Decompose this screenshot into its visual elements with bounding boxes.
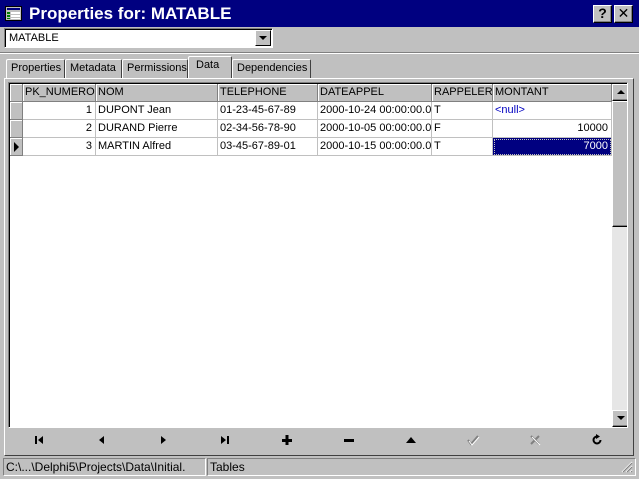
- cell-dateappel[interactable]: 2000-10-05 00:00:00.000: [318, 120, 432, 138]
- post-record-button[interactable]: [442, 429, 504, 451]
- title-bar[interactable]: Properties for: MATABLE ? ✕: [0, 0, 639, 27]
- refresh-icon: [592, 434, 602, 445]
- cell-montant-selected[interactable]: 7000: [493, 138, 612, 156]
- db-navigator: [8, 429, 630, 453]
- column-header-telephone[interactable]: TELEPHONE: [218, 84, 318, 102]
- properties-window: Properties for: MATABLE ? ✕ MATABLE Prop…: [0, 0, 639, 479]
- tab-dependencies[interactable]: Dependencies: [232, 59, 311, 78]
- cell-pk-numero[interactable]: 3: [23, 138, 96, 156]
- window-title: Properties for: MATABLE: [29, 4, 232, 23]
- cell-montant[interactable]: 10000: [493, 120, 612, 138]
- current-row-pointer-icon: [14, 142, 19, 152]
- cell-telephone[interactable]: 02-34-56-78-90: [218, 120, 318, 138]
- tab-permissions[interactable]: Permissions: [122, 59, 188, 78]
- status-path: C:\...\Delphi5\Projects\Data\Initial.: [3, 458, 206, 476]
- cell-telephone[interactable]: 01-23-45-67-89: [218, 102, 318, 120]
- close-button[interactable]: ✕: [614, 5, 633, 23]
- edit-icon: [406, 437, 416, 444]
- next-icon: [161, 436, 166, 445]
- table-selector-value: MATABLE: [9, 32, 59, 44]
- dropdown-arrow-icon[interactable]: [255, 30, 271, 46]
- first-icon: [35, 436, 43, 445]
- separator: [0, 52, 639, 54]
- prior-icon: [99, 436, 104, 445]
- delete-icon: [344, 439, 354, 443]
- cell-rappeler[interactable]: T: [432, 138, 493, 156]
- next-record-button[interactable]: [132, 429, 194, 451]
- vertical-scrollbar[interactable]: [612, 84, 627, 427]
- refresh-button[interactable]: [566, 429, 628, 451]
- grid-header: PK_NUMERO NOM TELEPHONE DATEAPPEL RAPPEL…: [10, 84, 627, 102]
- scroll-up-arrow-icon[interactable]: [612, 84, 627, 101]
- cell-nom[interactable]: DUPONT Jean: [96, 102, 218, 120]
- column-header-dateappel[interactable]: DATEAPPEL: [318, 84, 432, 102]
- row-indicator[interactable]: [10, 138, 23, 156]
- edit-record-button[interactable]: [380, 429, 442, 451]
- row-indicator[interactable]: [10, 120, 23, 138]
- cell-dateappel[interactable]: 2000-10-24 00:00:00.000: [318, 102, 432, 120]
- table-selector[interactable]: MATABLE: [4, 28, 273, 48]
- data-grid[interactable]: PK_NUMERO NOM TELEPHONE DATEAPPEL RAPPEL…: [8, 82, 628, 428]
- last-icon: [221, 436, 229, 445]
- header-indicator: [10, 84, 23, 102]
- database-app-icon: [5, 6, 22, 21]
- status-section: Tables: [207, 458, 636, 476]
- scroll-down-arrow-icon[interactable]: [612, 410, 627, 427]
- cell-nom[interactable]: DURAND Pierre: [96, 120, 218, 138]
- first-record-button[interactable]: [8, 429, 70, 451]
- tab-data[interactable]: Data: [188, 56, 232, 78]
- cell-pk-numero[interactable]: 2: [23, 120, 96, 138]
- cell-pk-numero[interactable]: 1: [23, 102, 96, 120]
- row-indicator[interactable]: [10, 102, 23, 120]
- post-icon: [467, 435, 480, 446]
- cell-telephone[interactable]: 03-45-67-89-01: [218, 138, 318, 156]
- cancel-edit-button[interactable]: [504, 429, 566, 451]
- cancel-icon: [530, 435, 541, 446]
- help-button[interactable]: ?: [593, 5, 612, 23]
- insert-icon: [282, 435, 292, 446]
- cell-dateappel[interactable]: 2000-10-15 00:00:00.000: [318, 138, 432, 156]
- cell-montant[interactable]: <null>: [493, 102, 612, 120]
- delete-record-button[interactable]: [318, 429, 380, 451]
- column-header-nom[interactable]: NOM: [96, 84, 218, 102]
- last-record-button[interactable]: [194, 429, 256, 451]
- insert-record-button[interactable]: [256, 429, 318, 451]
- cell-rappeler[interactable]: T: [432, 102, 493, 120]
- cell-nom[interactable]: MARTIN Alfred: [96, 138, 218, 156]
- column-header-montant[interactable]: MONTANT: [493, 84, 612, 102]
- resize-grip-icon[interactable]: [621, 461, 633, 473]
- tab-metadata[interactable]: Metadata: [65, 59, 122, 78]
- cell-rappeler[interactable]: F: [432, 120, 493, 138]
- column-header-pk-numero[interactable]: PK_NUMERO: [23, 84, 96, 102]
- tab-properties[interactable]: Properties: [6, 59, 65, 78]
- prior-record-button[interactable]: [70, 429, 132, 451]
- scroll-thumb[interactable]: [612, 101, 627, 227]
- status-section-label: Tables: [210, 460, 245, 474]
- column-header-rappeler[interactable]: RAPPELER: [432, 84, 493, 102]
